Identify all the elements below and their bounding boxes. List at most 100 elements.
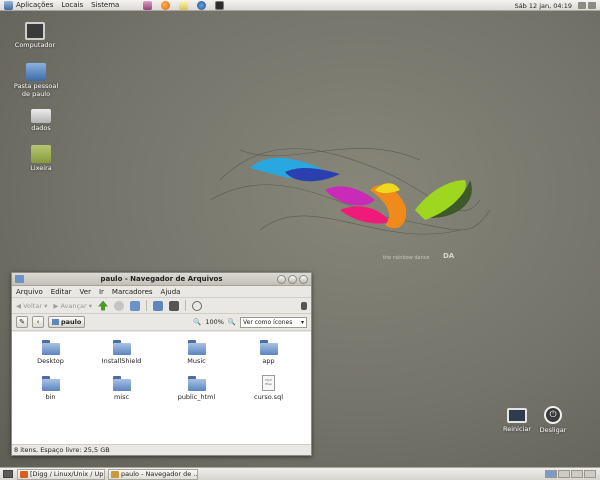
workspace-2[interactable]	[558, 470, 570, 478]
window-titlebar[interactable]: paulo - Navegador de Arquivos	[12, 273, 311, 286]
throbber-icon	[301, 301, 307, 310]
file-item-public-html[interactable]: public_html	[169, 376, 224, 401]
wallpaper-art	[209, 148, 491, 235]
launchers	[143, 1, 224, 10]
desktop-icon-label: Pasta pessoal de paulo	[13, 82, 59, 98]
file-item-bin[interactable]: bin	[23, 376, 78, 401]
bottom-panel: [Digg / Linux/Unix / Up... paulo - Naveg…	[0, 467, 600, 480]
chevron-down-icon: ▾	[300, 318, 304, 326]
text-file-icon: Myfi fitsp	[262, 375, 275, 391]
menu-ajuda[interactable]: Ajuda	[161, 288, 181, 296]
terminal-icon[interactable]	[215, 1, 224, 10]
workspace-switcher	[545, 470, 596, 478]
file-label: bin	[45, 393, 56, 401]
file-item-desktop[interactable]: Desktop	[23, 340, 78, 365]
file-item-music[interactable]: Music	[169, 340, 224, 365]
desktop-icon-label: Lixeira	[30, 164, 52, 172]
view-mode-label: Ver como ícones	[243, 318, 293, 326]
desktop-icon-trash[interactable]: Lixeira	[11, 145, 71, 172]
network-icon[interactable]	[578, 2, 586, 9]
folder-icon	[187, 340, 206, 355]
search-icon[interactable]	[192, 300, 203, 311]
folder-icon	[111, 471, 119, 478]
taskbar-item-firefox[interactable]: [Digg / Linux/Unix / Up...	[17, 469, 105, 480]
window-toolbar: ◀ Voltar ▾ ▶ Avançar ▾	[12, 298, 311, 314]
toolbar-separator	[146, 300, 148, 311]
stop-icon[interactable]	[114, 300, 125, 311]
wallpaper-logo: DA	[443, 252, 455, 260]
crumb-left-button[interactable]: ‹	[32, 316, 44, 328]
home-icon[interactable]	[153, 300, 164, 311]
computer-icon[interactable]	[169, 300, 180, 311]
thunderbird-icon[interactable]	[197, 1, 206, 10]
file-item-app[interactable]: app	[241, 340, 296, 365]
folder-icon	[259, 340, 278, 355]
home-icon	[52, 319, 59, 325]
clock[interactable]: Sáb 12 jan, 04:19	[515, 2, 572, 10]
firefox-icon[interactable]	[161, 1, 170, 10]
up-icon[interactable]	[98, 300, 109, 311]
top-panel: Aplicações Locais Sistema Sáb 12 jan, 04…	[0, 0, 600, 11]
toggle-location-button[interactable]: ✎	[16, 316, 28, 328]
location-bar: ✎ ‹ paulo 🔍 100% 🔍 Ver como ícones ▾	[12, 314, 311, 331]
zoom-out-icon[interactable]: 🔍	[193, 318, 201, 326]
menu-applications[interactable]: Aplicações	[16, 1, 53, 9]
menu-places[interactable]: Locais	[61, 1, 83, 9]
window-title: paulo - Navegador de Arquivos	[100, 275, 223, 283]
maximize-button[interactable]	[288, 275, 297, 284]
bag-icon[interactable]	[143, 1, 152, 10]
folder-icon	[41, 340, 60, 355]
file-label: app	[262, 357, 275, 365]
computer-icon	[25, 22, 45, 40]
breadcrumb[interactable]: paulo	[48, 316, 86, 328]
desktop-icon-home[interactable]: Pasta pessoal de paulo	[10, 63, 62, 98]
menu-system[interactable]: Sistema	[91, 1, 119, 9]
menu-marcadores[interactable]: Marcadores	[112, 288, 153, 296]
file-label: public_html	[177, 393, 216, 401]
firefox-icon	[20, 471, 28, 478]
desktop-icon-dados[interactable]: dados	[11, 107, 71, 132]
desktop-icon-computer[interactable]: Computador	[5, 22, 65, 49]
zoom-level: 100%	[205, 318, 224, 326]
menu-ir[interactable]: Ir	[99, 288, 104, 296]
file-label: Desktop	[37, 357, 64, 365]
file-item-curso-sql[interactable]: Myfi fitsp curso.sql	[241, 375, 296, 401]
menu-ver[interactable]: Ver	[80, 288, 91, 296]
monitor-icon	[507, 408, 527, 423]
workspace-4[interactable]	[584, 470, 596, 478]
toolbar-separator	[185, 300, 187, 311]
back-label: Voltar	[23, 301, 43, 310]
desktop-icon-label: Computador	[14, 41, 56, 49]
file-view[interactable]: Desktop InstallShield Music app bin misc…	[12, 332, 311, 444]
status-bar: 8 itens, Espaço livre: 25,5 GB	[12, 444, 311, 455]
forward-button[interactable]: ▶ Avançar ▾	[53, 302, 92, 310]
workspace-1[interactable]	[545, 470, 557, 478]
taskbar-item-file-manager[interactable]: paulo - Navegador de ...	[108, 469, 198, 480]
close-button[interactable]	[299, 275, 308, 284]
workspace-3[interactable]	[571, 470, 583, 478]
power-icon: ⏻	[544, 406, 562, 424]
zoom-in-icon[interactable]: 🔍	[228, 318, 236, 326]
window-menubar: Arquivo Editar Ver Ir Marcadores Ajuda	[12, 286, 311, 298]
file-label: curso.sql	[254, 393, 283, 401]
power-icon[interactable]	[588, 2, 596, 9]
menu-arquivo[interactable]: Arquivo	[16, 288, 43, 296]
file-label: misc	[113, 393, 130, 401]
shutdown-button[interactable]: ⏻ Desligar	[538, 406, 568, 434]
folder-icon	[112, 340, 131, 355]
file-item-misc[interactable]: misc	[94, 376, 149, 401]
distro-logo-icon[interactable]	[4, 0, 13, 10]
back-button[interactable]: ◀ Voltar ▾	[16, 302, 47, 310]
breadcrumb-label: paulo	[61, 318, 82, 326]
view-mode-select[interactable]: Ver como ícones ▾	[240, 316, 307, 328]
folder-icon	[112, 376, 131, 391]
minimize-button[interactable]	[277, 275, 286, 284]
reload-icon[interactable]	[130, 300, 141, 311]
notes-icon[interactable]	[179, 1, 188, 10]
file-item-installshield[interactable]: InstallShield	[94, 340, 149, 365]
restart-button[interactable]: Reiniciar	[502, 408, 532, 433]
menu-editar[interactable]: Editar	[51, 288, 72, 296]
show-desktop-icon[interactable]	[3, 470, 13, 478]
drive-icon	[31, 109, 51, 123]
folder-icon[interactable]	[15, 275, 24, 283]
